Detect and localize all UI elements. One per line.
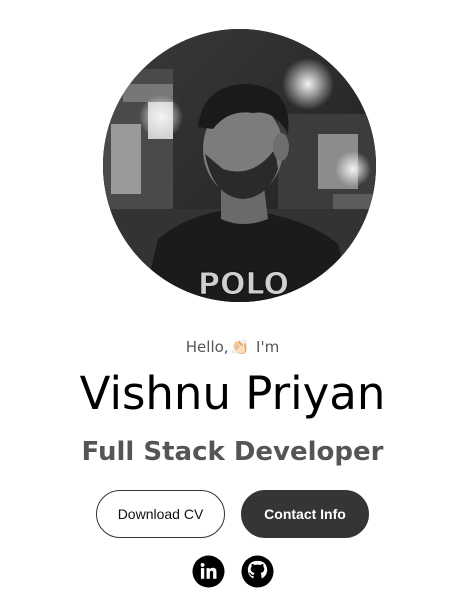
greeting-prefix: Hello, — [185, 338, 229, 356]
greeting: Hello, 👏🏻 I'm — [0, 338, 465, 356]
person-name: Vishnu Priyan — [79, 367, 386, 420]
profile-photo: POLO — [103, 29, 376, 302]
job-title: Full Stack Developer — [81, 437, 384, 467]
greeting-suffix: I'm — [256, 338, 280, 356]
download-cv-button[interactable]: Download CV — [96, 490, 225, 538]
contact-info-button[interactable]: Contact Info — [241, 490, 369, 538]
linkedin-icon[interactable] — [191, 555, 225, 588]
github-icon[interactable] — [240, 555, 274, 588]
profile-section: POLO Hello, 👏🏻 I'm Vishnu Priyan Full Sta… — [0, 0, 465, 615]
svg-text:POLO: POLO — [198, 267, 289, 302]
social-links — [0, 555, 465, 588]
clapping-hands-icon: 👏🏻 — [230, 338, 250, 356]
